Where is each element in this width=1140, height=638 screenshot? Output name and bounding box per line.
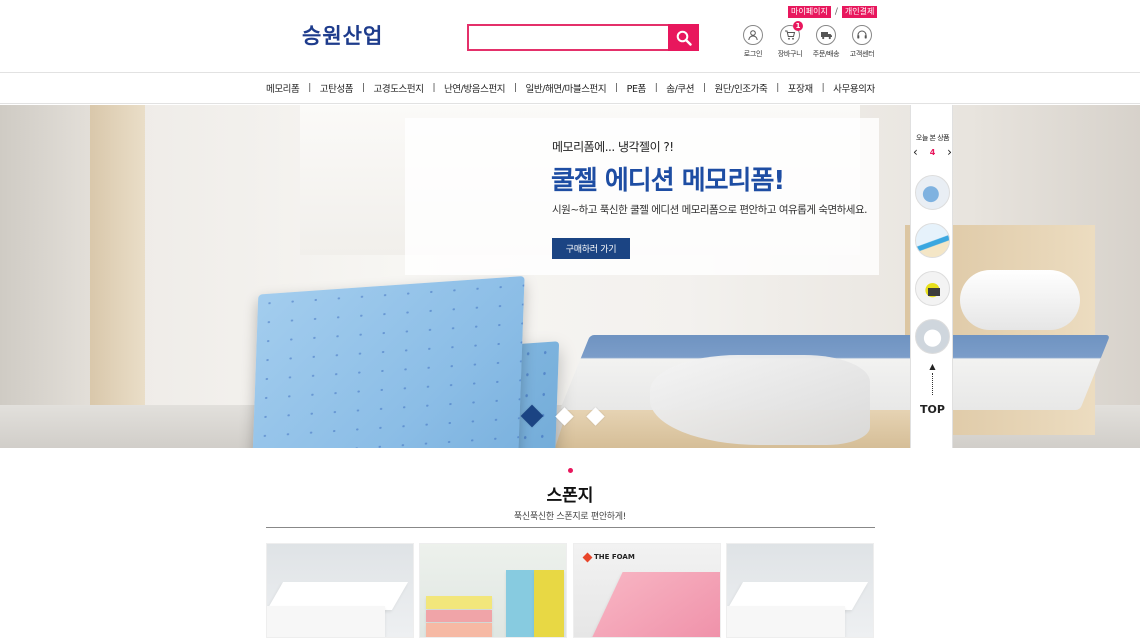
product-card[interactable]: THE FOAM bbox=[573, 543, 721, 638]
nav-item-high-elastic-foam[interactable]: 고탄성폼 bbox=[320, 81, 354, 95]
section-subtitle: 푹신푹신한 스폰지로 편안하게! bbox=[513, 512, 627, 522]
hero-description: 시원~하고 푹신한 쿨젤 에디션 메모리폼으로 편안하고 여유롭게 숙면하세요. bbox=[552, 204, 867, 216]
toplink-separator: / bbox=[834, 7, 838, 17]
product-card[interactable] bbox=[266, 543, 414, 638]
scroll-top-button[interactable]: TOP bbox=[911, 403, 954, 416]
nav-separator: | bbox=[432, 83, 436, 93]
product-card[interactable] bbox=[726, 543, 874, 638]
yellow-foam-block bbox=[534, 570, 564, 637]
nav-separator: | bbox=[654, 83, 658, 93]
order-delivery-label: 주문/배송 bbox=[812, 50, 840, 58]
customer-center-button[interactable]: 고객센터 bbox=[842, 25, 882, 59]
nav-separator: | bbox=[821, 83, 825, 93]
yellow-foam-slab bbox=[426, 596, 492, 609]
site-header: 승원산업 마이페이지 / 개인결제 로그인 1 장바구니 주문/배송 고객센터 bbox=[0, 0, 1140, 72]
recent-item-1[interactable] bbox=[915, 175, 950, 210]
nav-separator: | bbox=[308, 83, 311, 93]
recent-item-2[interactable] bbox=[915, 223, 950, 258]
nav-item-fabric-leather[interactable]: 원단/인조가죽 bbox=[715, 81, 768, 95]
top-links: 마이페이지 / 개인결제 bbox=[788, 6, 878, 18]
brand-name: THE FOAM bbox=[594, 553, 635, 561]
nav-item-cotton-cushion[interactable]: 솜/쿠션 bbox=[666, 81, 694, 95]
search-input[interactable] bbox=[467, 24, 669, 51]
nav-list: 메모리폼 | 고탄성폼 | 고경도스펀지 | 난연/방음스펀지 | 일반/해면/… bbox=[266, 73, 875, 103]
pillow-image bbox=[960, 270, 1080, 330]
nav-item-packaging[interactable]: 포장재 bbox=[788, 81, 813, 95]
nav-separator: | bbox=[362, 83, 365, 93]
product-card[interactable] bbox=[419, 543, 567, 638]
login-button[interactable]: 로그인 bbox=[733, 25, 773, 59]
cart-label: 장바구니 bbox=[777, 50, 803, 58]
nav-item-office-chair[interactable]: 사무용의자 bbox=[833, 81, 875, 95]
section-title: 스폰지 bbox=[546, 486, 594, 506]
peach-foam-slab bbox=[426, 623, 492, 637]
cart-icon: 1 bbox=[780, 21, 803, 45]
nav-item-pe-foam[interactable]: PE폼 bbox=[627, 81, 647, 95]
recently-viewed-panel: 오늘 본 상품 ‹ 4 › ▲ TOP bbox=[910, 105, 953, 448]
blue-foam-block bbox=[506, 570, 534, 637]
white-foam-slab bbox=[267, 606, 385, 637]
nav-item-memory-foam[interactable]: 메모리폼 bbox=[266, 81, 300, 95]
nav-separator: | bbox=[615, 83, 618, 93]
recent-item-4[interactable] bbox=[915, 319, 950, 354]
headset-icon bbox=[852, 25, 872, 45]
product-grid: THE FOAM bbox=[266, 543, 875, 638]
section-accent-dot bbox=[568, 468, 573, 473]
site-logo[interactable]: 승원산업 bbox=[302, 20, 383, 50]
search-bar bbox=[467, 24, 699, 51]
chevron-left-icon[interactable]: ‹ bbox=[913, 146, 918, 158]
brand-cube-icon bbox=[582, 552, 593, 562]
personal-payment-link[interactable]: 개인결제 bbox=[841, 6, 878, 18]
blanket-image bbox=[650, 355, 870, 445]
recently-viewed-pager: ‹ 4 › bbox=[913, 145, 952, 159]
hero-title: 쿨젤 에디션 메모리폼! bbox=[551, 166, 785, 196]
white-foam-slab bbox=[727, 606, 845, 637]
order-delivery-button[interactable]: 주문/배송 bbox=[806, 25, 846, 59]
nav-separator: | bbox=[702, 83, 706, 93]
mypage-link[interactable]: 마이페이지 bbox=[788, 6, 831, 18]
nav-item-high-density-sponge[interactable]: 고경도스펀지 bbox=[374, 81, 424, 95]
search-icon bbox=[676, 30, 692, 46]
top-dotted-line bbox=[932, 373, 933, 395]
nav-separator: | bbox=[514, 83, 517, 93]
nav-item-fireproof-sponge[interactable]: 난연/방음스펀지 bbox=[444, 81, 506, 95]
hero-background-beam bbox=[90, 105, 145, 448]
pink-foam-slab bbox=[585, 572, 720, 637]
cart-count-badge: 1 bbox=[793, 21, 803, 31]
brand-logo: THE FOAM bbox=[582, 552, 635, 562]
recently-viewed-page: 4 bbox=[929, 147, 936, 157]
slider-dots bbox=[520, 404, 605, 428]
recent-item-3[interactable] bbox=[915, 271, 950, 306]
customer-center-label: 고객센터 bbox=[849, 50, 875, 58]
section-divider bbox=[266, 527, 875, 528]
search-button[interactable] bbox=[668, 24, 699, 51]
slide-dot-2[interactable] bbox=[555, 406, 574, 426]
foam-block-front-image bbox=[250, 276, 525, 448]
nav-item-general-sponge[interactable]: 일반/해면/마블스펀지 bbox=[526, 81, 607, 95]
login-label: 로그인 bbox=[743, 50, 763, 58]
hero-subtitle: 메모리폼에... 냉각젤이 ?! bbox=[552, 140, 674, 154]
recently-viewed-title: 오늘 본 상품 bbox=[915, 134, 950, 142]
slide-dot-1[interactable] bbox=[520, 404, 544, 428]
nav-separator: | bbox=[776, 83, 779, 93]
slide-dot-3[interactable] bbox=[586, 406, 605, 426]
truck-icon bbox=[816, 25, 836, 45]
main-nav: 메모리폼 | 고탄성폼 | 고경도스펀지 | 난연/방음스펀지 | 일반/해면/… bbox=[0, 72, 1140, 104]
arrow-up-icon[interactable]: ▲ bbox=[911, 363, 954, 371]
cart-button[interactable]: 1 장바구니 bbox=[770, 21, 810, 59]
pink-foam-slab bbox=[426, 610, 492, 622]
chevron-right-icon[interactable]: › bbox=[947, 146, 952, 158]
buy-now-button[interactable]: 구매하러 가기 bbox=[552, 238, 630, 259]
user-icon bbox=[743, 25, 763, 45]
